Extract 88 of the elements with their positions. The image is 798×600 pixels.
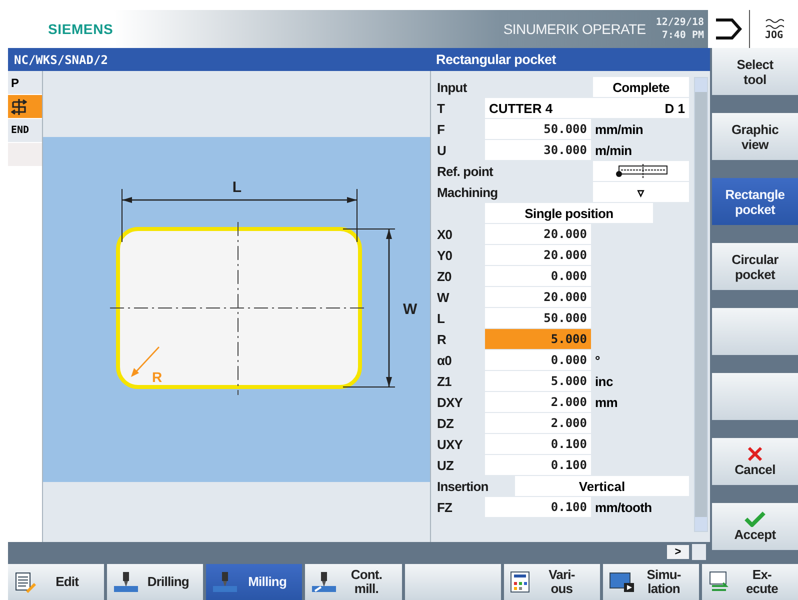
field-label: DXY (437, 394, 464, 412)
tool-name: CUTTER 4 (489, 100, 553, 116)
empty-cell (692, 544, 706, 560)
program-step[interactable]: P (8, 71, 42, 95)
input-field[interactable]: 5.000 (485, 371, 591, 391)
field-label: Machining (437, 184, 499, 202)
softkey[interactable]: Rectangle pocket (712, 178, 798, 225)
scrollbar[interactable] (694, 77, 708, 532)
d-number: D 1 (664, 100, 686, 116)
input-field[interactable]: 30.000 (485, 140, 591, 160)
input-field[interactable]: 5.000 (485, 329, 591, 349)
softkey[interactable]: Simu- lation (602, 564, 699, 600)
field-label: Input (437, 78, 468, 97)
more-button[interactable]: > (667, 545, 689, 559)
field-label: Z1 (437, 372, 452, 390)
unit-label: mm (594, 394, 619, 412)
dropdown-field[interactable]: Single position (485, 203, 653, 223)
notepad-pencil-icon (14, 571, 36, 593)
monitor-play-icon (608, 571, 635, 593)
softkey[interactable]: Select tool (712, 48, 798, 95)
ref-point-field[interactable] (593, 161, 689, 181)
date-text: 12/29/18 (656, 16, 704, 29)
pocket-drawing: L W R (43, 137, 430, 482)
program-step[interactable] (8, 95, 42, 119)
brand-logo: SIEMENS (48, 21, 114, 37)
input-field[interactable]: 20.000 (485, 224, 591, 244)
input-field[interactable]: 20.000 (485, 287, 591, 307)
softkey[interactable]: Circular pocket (712, 243, 798, 290)
softkey[interactable]: Accept (712, 503, 798, 550)
input-field[interactable]: 50.000 (485, 308, 591, 328)
dropdown-field[interactable]: Vertical (515, 476, 689, 496)
field-label: R (437, 330, 447, 348)
field-label: F (437, 120, 446, 138)
field-label: W (437, 288, 450, 306)
mode-label: JOG (764, 30, 784, 40)
field-label: L (437, 310, 446, 328)
field-label: FZ (437, 498, 454, 516)
softkey[interactable]: Drilling (107, 564, 204, 600)
input-field[interactable]: 0.100 (485, 434, 591, 454)
softkey[interactable]: Cancel (712, 438, 798, 485)
softkey[interactable]: Milling (206, 564, 302, 600)
softkey[interactable]: Edit (8, 564, 104, 600)
softkey[interactable] (712, 373, 798, 420)
softkey[interactable] (712, 308, 798, 355)
input-field[interactable]: 0.100 (485, 455, 591, 475)
field-label: DZ (437, 414, 455, 432)
field-label: Z0 (437, 268, 452, 286)
program-path: NC/WKS/SNAD/2 (13, 52, 109, 66)
field-label: X0 (437, 226, 454, 244)
input-field[interactable]: 2.000 (485, 413, 591, 433)
field-label: U (437, 142, 447, 160)
cycle-icon (11, 98, 27, 116)
unit-label: ° (594, 352, 601, 370)
input-field[interactable]: 20.000 (485, 245, 591, 265)
softkey[interactable]: Graphic view (712, 113, 798, 160)
nc-grid-icon (510, 571, 530, 593)
checkmark-icon (744, 511, 766, 527)
field-label: α0 (437, 352, 452, 370)
wave-icon (764, 18, 784, 30)
input-field[interactable]: 0.000 (485, 266, 591, 286)
softkey[interactable]: Ex- ecute (702, 564, 798, 600)
dropdown-field[interactable]: ▿ (593, 182, 689, 202)
program-step[interactable]: END (8, 119, 42, 143)
unit-label: inc (594, 372, 614, 390)
softkey[interactable]: Cont. mill. (305, 564, 402, 600)
field-label: UXY (437, 436, 464, 454)
close-icon (747, 446, 763, 462)
product-name: SINUMERIK OPERATE (503, 21, 646, 37)
field-label: Y0 (437, 246, 454, 264)
unit-label: m/min (594, 142, 633, 160)
milling-tool-icon (113, 571, 140, 593)
dropdown-field[interactable]: Complete (593, 77, 689, 97)
field-label: UZ (437, 456, 455, 474)
unit-label: mm/min (594, 120, 644, 138)
form-title: Rectangular pocket (435, 52, 556, 67)
time-text: 7:40 PM (662, 29, 704, 42)
input-field[interactable]: 0.100 (485, 497, 591, 517)
milling-tool-icon (212, 571, 238, 593)
milling-tool-icon (311, 571, 338, 593)
softkey[interactable] (404, 564, 501, 600)
input-field[interactable]: 0.000 (485, 350, 591, 370)
field-label: T (437, 100, 446, 118)
field-label: Ref. point (437, 162, 494, 181)
softkey[interactable]: Vari- ous (504, 564, 600, 600)
input-field[interactable]: 2.000 (485, 392, 591, 412)
input-field[interactable]: 50.000 (485, 119, 591, 139)
tool-field[interactable]: CUTTER 4 D 1 (485, 98, 689, 118)
unit-label: mm/tooth (594, 498, 653, 516)
